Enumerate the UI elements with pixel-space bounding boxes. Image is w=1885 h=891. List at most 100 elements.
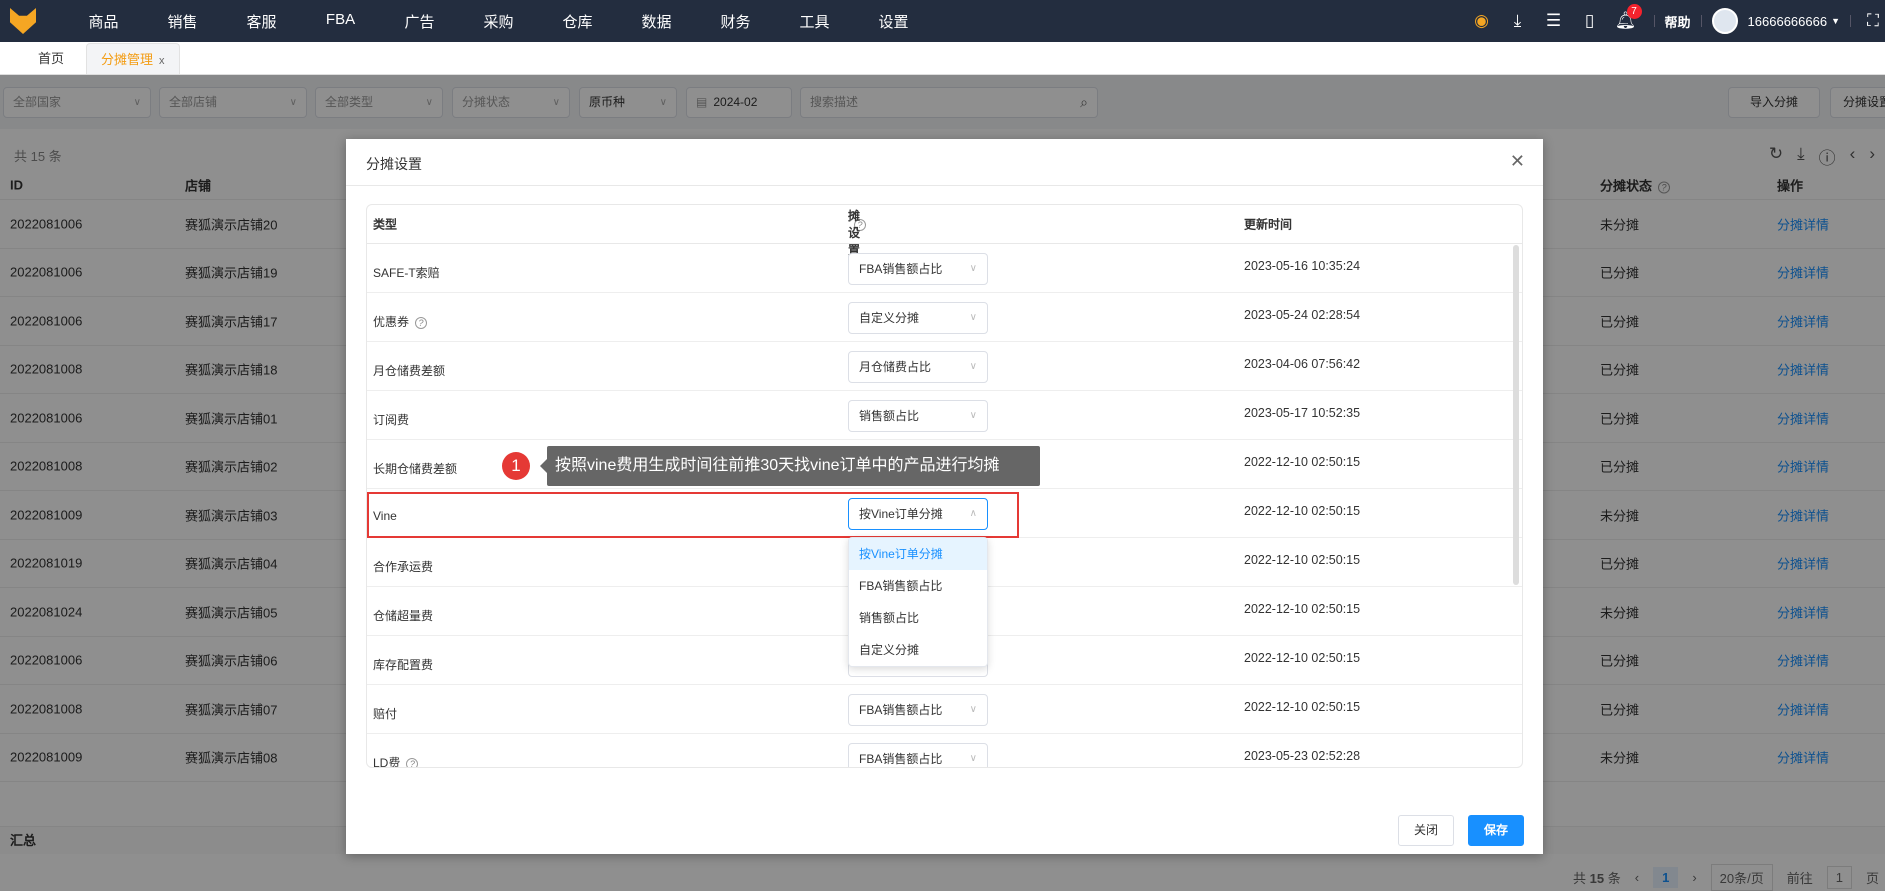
chevron-down-icon: ∨ bbox=[969, 263, 977, 274]
chevron-down-icon: ∨ bbox=[969, 704, 977, 715]
allocation-method-select[interactable]: 销售额占比 ∨ bbox=[848, 400, 988, 432]
row-type: 优惠券? bbox=[373, 313, 428, 330]
nav-item[interactable]: 采购 bbox=[459, 11, 538, 32]
fullscreen-icon[interactable]: ⛶ bbox=[1861, 0, 1885, 42]
allocation-method-select[interactable]: FBA销售额占比 ∨ bbox=[848, 743, 988, 767]
row-type: 合作承运费 bbox=[373, 558, 433, 575]
allocation-dropdown: 按Vine订单分摊 FBA销售额占比 销售额占比 自定义分摊 bbox=[848, 537, 988, 667]
close-button[interactable]: 关闭 bbox=[1398, 815, 1454, 846]
divider bbox=[1700, 15, 1702, 27]
help-icon[interactable]: ? bbox=[406, 758, 419, 767]
dropdown-option[interactable]: 销售额占比 bbox=[849, 602, 987, 634]
nav-item[interactable]: 数据 bbox=[617, 11, 696, 32]
nav-item[interactable]: 客服 bbox=[222, 11, 301, 32]
tab-allocation-management[interactable]: 分摊管理 x bbox=[86, 43, 180, 74]
bell-icon[interactable]: 🔔︎ 7 bbox=[1608, 0, 1644, 42]
save-button[interactable]: 保存 bbox=[1468, 815, 1524, 846]
dropdown-option[interactable]: 按Vine订单分摊 bbox=[849, 538, 987, 570]
user-name[interactable]: 16666666666 bbox=[1748, 14, 1828, 29]
row-time: 2023-04-06 07:56:42 bbox=[1244, 357, 1361, 371]
fox-logo-icon[interactable] bbox=[10, 8, 36, 34]
allocation-method-select[interactable]: FBA销售额占比 ∨ bbox=[848, 694, 988, 726]
tab-home[interactable]: 首页 bbox=[24, 43, 78, 74]
row-type: 赔付 bbox=[373, 705, 397, 722]
settings-row: 订阅费 销售额占比 ∨ 2023-05-17 10:52:35 bbox=[367, 391, 1522, 440]
select-value: 自定义分摊 bbox=[859, 311, 920, 325]
select-value: FBA销售额占比 bbox=[859, 703, 943, 717]
row-time: 2022-12-10 02:50:15 bbox=[1244, 602, 1361, 616]
highlight-box bbox=[367, 492, 1019, 538]
download-icon[interactable]: ⤓ bbox=[1500, 0, 1536, 42]
chevron-down-icon: ∨ bbox=[969, 753, 977, 764]
row-type: LD费? bbox=[373, 754, 419, 767]
settings-table-header: 类型 分摊设置? 更新时间 bbox=[367, 205, 1522, 257]
header-setting: 分摊设置? bbox=[848, 205, 866, 257]
select-value: 月仓储费占比 bbox=[859, 360, 932, 374]
chevron-down-icon[interactable]: ▼ bbox=[1831, 16, 1840, 26]
nav-item[interactable]: 仓库 bbox=[538, 11, 617, 32]
nav-item[interactable]: 工具 bbox=[775, 11, 854, 32]
header-type: 类型 bbox=[373, 217, 398, 232]
row-type-label: 月仓储费差额 bbox=[373, 364, 446, 378]
row-type-label: 长期仓储费差额 bbox=[373, 462, 458, 476]
header-time: 更新时间 bbox=[1244, 217, 1293, 232]
allocation-method-select[interactable]: 月仓储费占比 ∨ bbox=[848, 351, 988, 383]
tab-bar: 首页 分摊管理 x bbox=[0, 42, 1885, 75]
settings-row: LD费? FBA销售额占比 ∨ 2023-05-23 02:52:28 bbox=[367, 734, 1522, 767]
annotation-tooltip: 按照vine费用生成时间往前推30天找vine订单中的产品进行均摊 bbox=[540, 446, 1040, 486]
select-value: FBA销售额占比 bbox=[859, 752, 943, 766]
row-type: 长期仓储费差额 bbox=[373, 460, 457, 477]
row-type-label: 订阅费 bbox=[373, 413, 410, 427]
allocation-method-select[interactable]: FBA销售额占比 ∨ bbox=[848, 253, 988, 285]
nav-item[interactable]: 广告 bbox=[380, 11, 459, 32]
row-type-label: 库存配置费 bbox=[373, 658, 434, 672]
nav-item[interactable]: 销售 bbox=[143, 11, 222, 32]
settings-row: 赔付 FBA销售额占比 ∨ 2022-12-10 02:50:15 bbox=[367, 685, 1522, 734]
scrollbar[interactable] bbox=[1513, 245, 1519, 585]
row-type-label: 优惠券 bbox=[373, 315, 410, 329]
tab-label: 分摊管理 bbox=[101, 52, 154, 67]
row-time: 2023-05-16 10:35:24 bbox=[1244, 259, 1361, 273]
row-type: 订阅费 bbox=[373, 411, 409, 428]
row-type-label: 合作承运费 bbox=[373, 560, 434, 574]
dialog-title: 分摊设置 bbox=[366, 156, 422, 172]
row-time: 2022-12-10 02:50:15 bbox=[1244, 504, 1361, 518]
close-icon[interactable]: x bbox=[159, 55, 165, 67]
notification-badge: 7 bbox=[1626, 4, 1642, 19]
avatar[interactable] bbox=[1711, 8, 1738, 34]
row-type: 仓储超量费 bbox=[373, 607, 433, 624]
customer-service-icon[interactable]: ◉ bbox=[1464, 0, 1500, 42]
row-time: 2023-05-17 10:52:35 bbox=[1244, 406, 1361, 420]
row-time: 2023-05-23 02:52:28 bbox=[1244, 749, 1361, 763]
help-link[interactable]: 帮助 bbox=[1665, 12, 1691, 31]
row-type: SAFE-T索赔 bbox=[373, 264, 440, 281]
settings-row: SAFE-T索赔 FBA销售额占比 ∨ 2023-05-16 10:35:24 bbox=[367, 244, 1522, 293]
row-time: 2022-12-10 02:50:15 bbox=[1244, 553, 1361, 567]
row-time: 2023-05-24 02:28:54 bbox=[1244, 308, 1361, 322]
task-list-icon[interactable]: ☰ bbox=[1536, 0, 1572, 42]
allocation-method-select[interactable]: 自定义分摊 ∨ bbox=[848, 302, 988, 334]
row-type-label: 仓储超量费 bbox=[373, 609, 434, 623]
close-icon[interactable]: ✕ bbox=[1510, 151, 1525, 172]
chevron-down-icon: ∨ bbox=[969, 410, 977, 421]
nav-item[interactable]: 设置 bbox=[854, 11, 933, 32]
row-type: 月仓储费差额 bbox=[373, 362, 445, 379]
divider bbox=[1653, 15, 1655, 27]
select-value: FBA销售额占比 bbox=[859, 262, 943, 276]
row-type-label: SAFE-T索赔 bbox=[373, 266, 440, 280]
row-time: 2022-12-10 02:50:15 bbox=[1244, 651, 1361, 665]
dropdown-option[interactable]: FBA销售额占比 bbox=[849, 570, 987, 602]
chevron-down-icon: ∨ bbox=[969, 312, 977, 323]
mobile-icon[interactable]: ▯ bbox=[1572, 0, 1608, 42]
chevron-down-icon: ∨ bbox=[969, 361, 977, 372]
dropdown-option[interactable]: 自定义分摊 bbox=[849, 634, 987, 666]
help-icon[interactable]: ? bbox=[415, 317, 428, 329]
select-value: 销售额占比 bbox=[859, 409, 920, 423]
row-type: 库存配置费 bbox=[373, 656, 433, 673]
settings-row: 月仓储费差额 月仓储费占比 ∨ 2023-04-06 07:56:42 bbox=[367, 342, 1522, 391]
nav-item[interactable]: FBA bbox=[301, 11, 380, 32]
nav-item[interactable]: 商品 bbox=[64, 11, 143, 32]
nav-item[interactable]: 财务 bbox=[696, 11, 775, 32]
divider bbox=[1850, 15, 1851, 27]
settings-row: 优惠券? 自定义分摊 ∨ 2023-05-24 02:28:54 bbox=[367, 293, 1522, 342]
